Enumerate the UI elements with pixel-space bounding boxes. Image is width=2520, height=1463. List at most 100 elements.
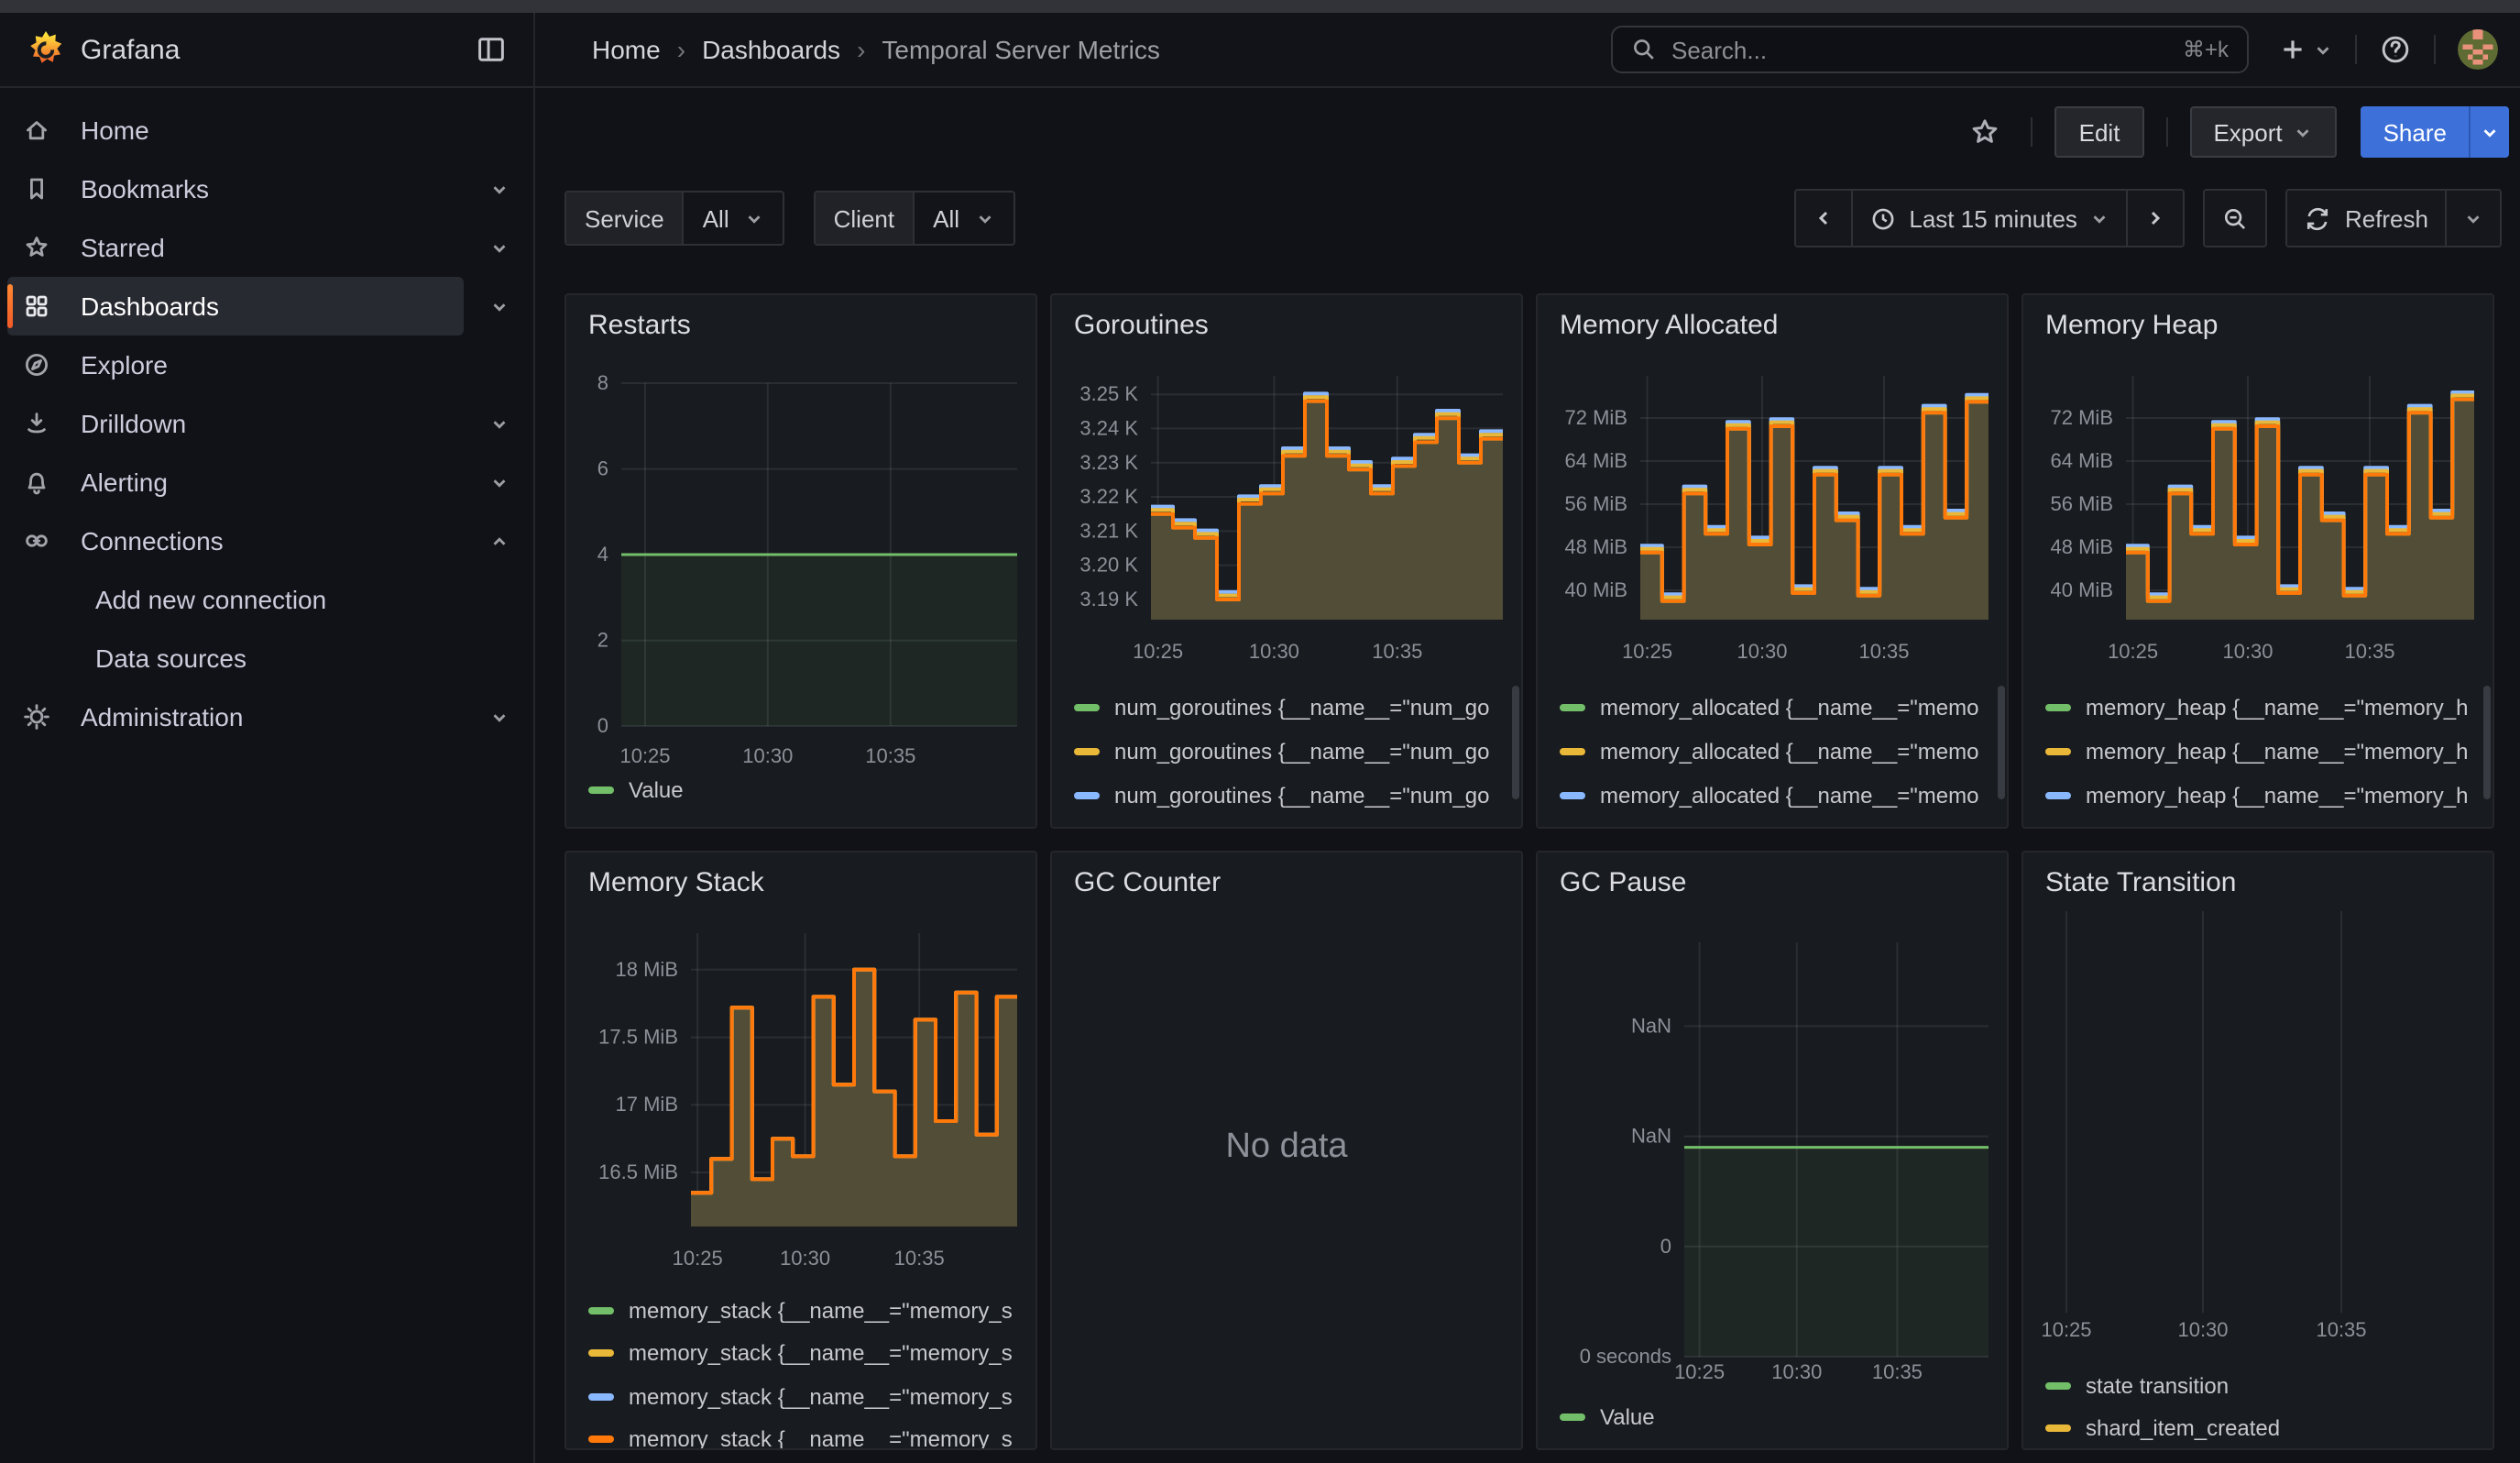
share-button[interactable]: Share (2361, 106, 2469, 158)
sidebar-item-link[interactable]: Add new connection (7, 570, 464, 629)
sidebar-item-link[interactable]: Bookmarks (7, 160, 464, 218)
favorite-star-button[interactable] (1962, 116, 2010, 148)
sidebar-item-link[interactable]: Data sources (7, 629, 464, 688)
legend-label: memory_allocated {__name__="memo (1600, 783, 1978, 808)
legend-item[interactable]: Value (588, 768, 1021, 812)
sidebar-item-link[interactable]: Drilldown (7, 394, 464, 453)
time-forward-button[interactable] (2127, 191, 2184, 246)
panel-title[interactable]: Goroutines (1074, 310, 1209, 341)
panel-title[interactable]: Memory Stack (588, 867, 764, 898)
question-circle-icon (2379, 33, 2412, 66)
legend-scrollbar[interactable] (2483, 686, 2491, 799)
panel-memalloc: Memory Allocated40 MiB48 MiB56 MiB64 MiB… (1536, 293, 2009, 829)
chevron-down-icon[interactable] (464, 296, 533, 316)
help-button[interactable] (2379, 33, 2412, 66)
user-avatar[interactable] (2458, 29, 2498, 70)
header-main-area: Home›Dashboards›Temporal Server Metrics … (535, 13, 2520, 86)
legend-item[interactable]: memory_stack {__name__="memory_s (588, 1289, 1021, 1332)
legend-item[interactable]: num_goroutines {__name__="num_go (1074, 730, 1507, 774)
legend-label: Value (1600, 1404, 1655, 1430)
chevron-up-icon[interactable] (464, 531, 533, 551)
share-menu-button[interactable] (2469, 106, 2509, 158)
legend-item[interactable]: memory_allocated {__name__="memo (1560, 818, 1992, 827)
legend-label: num_goroutines {__name__="num_go (1114, 695, 1490, 720)
chevron-down-icon[interactable] (464, 179, 533, 199)
zoom-out-button[interactable] (2206, 191, 2266, 246)
sidebar-item-link[interactable]: Explore (7, 336, 464, 394)
time-range-picker[interactable]: Last 15 minutes (1850, 191, 2127, 246)
sidebar-toggle-icon[interactable] (475, 33, 508, 66)
svg-text:10:30: 10:30 (1771, 1360, 1822, 1383)
legend-item[interactable]: memory_stack {__name__="memory_s (588, 1375, 1021, 1418)
chevron-down-icon[interactable] (464, 237, 533, 258)
legend-item[interactable]: memory_heap {__name__="memory_h (2045, 774, 2478, 818)
variable-value-dropdown[interactable]: All (915, 192, 1013, 244)
legend-item[interactable]: memory_heap {__name__="memory_h (2045, 686, 2478, 730)
panel-title[interactable]: Memory Allocated (1560, 310, 1778, 341)
sidebar-item-link[interactable]: Starred (7, 218, 464, 277)
chevron-down-icon[interactable] (464, 472, 533, 492)
grafana-logo-icon[interactable] (26, 29, 66, 70)
panel-restarts: Restarts0246810:2510:3010:35Value (564, 293, 1037, 829)
legend-label: state transition (2086, 1373, 2229, 1399)
legend-item[interactable]: memory_stack {__name__="memory_s (588, 1332, 1021, 1375)
panel-legend: memory_stack {__name__="memory_smemory_s… (588, 1289, 1021, 1448)
legend-label: shard_item_created (2086, 1416, 2280, 1442)
search-shortcut: ⌘+k (2183, 37, 2229, 62)
chart-gcpause[interactable]: 0 seconds0NaNNaN10:2510:3010:35 (1538, 852, 2007, 1448)
panel-title[interactable]: Memory Heap (2045, 310, 2218, 341)
sidebar-item-label: Home (81, 116, 149, 145)
bookmark-icon (22, 174, 51, 204)
legend-item[interactable]: memory_allocated {__name__="memo (1560, 730, 1992, 774)
legend-item[interactable]: Value (1560, 1395, 1992, 1439)
refresh-interval-button[interactable] (2445, 191, 2500, 246)
panel-title[interactable]: GC Pause (1560, 867, 1686, 898)
search-input[interactable]: Search... ⌘+k (1611, 26, 2249, 73)
toolbar-divider (2165, 117, 2167, 147)
chevron-down-icon[interactable] (464, 413, 533, 434)
breadcrumb-item[interactable]: Home (592, 35, 661, 64)
legend-item[interactable]: memory_allocated {__name__="memo (1560, 686, 1992, 730)
refresh-group: Refresh (2286, 189, 2502, 248)
add-button[interactable] (2278, 35, 2333, 64)
zoom-out-icon (2222, 204, 2250, 232)
plus-icon (2278, 35, 2307, 64)
chevron-down-icon[interactable] (464, 707, 533, 727)
sidebar-item-label: Connections (81, 526, 224, 556)
export-button[interactable]: Export (2189, 106, 2337, 158)
sidebar-item-link[interactable]: Alerting (7, 453, 464, 512)
legend-item[interactable]: num_goroutines {__name__="num_go (1074, 818, 1507, 827)
legend-item[interactable]: shard_item_created (2045, 1407, 2478, 1448)
legend-item[interactable]: memory_allocated {__name__="memo (1560, 774, 1992, 818)
link-icon (22, 526, 51, 556)
legend-item[interactable]: memory_stack {__name__="memory_s (588, 1418, 1021, 1448)
legend-item[interactable]: memory_heap {__name__="memory_h (2045, 818, 2478, 827)
svg-text:0: 0 (597, 714, 608, 737)
legend-item[interactable]: num_goroutines {__name__="num_go (1074, 774, 1507, 818)
breadcrumb-item[interactable]: Temporal Server Metrics (882, 35, 1159, 64)
svg-text:NaN: NaN (1631, 1014, 1671, 1037)
legend-scrollbar[interactable] (1998, 686, 2005, 799)
legend-item[interactable]: state transition (2045, 1364, 2478, 1407)
chevron-down-icon (2090, 208, 2110, 228)
sidebar-item-link[interactable]: Administration (7, 688, 464, 746)
panel-title[interactable]: State Transition (2045, 867, 2236, 898)
time-back-button[interactable] (1795, 191, 1850, 246)
breadcrumb-item[interactable]: Dashboards (702, 35, 840, 64)
svg-text:72 MiB: 72 MiB (2051, 406, 2113, 429)
legend-item[interactable]: memory_heap {__name__="memory_h (2045, 730, 2478, 774)
sidebar-item-label: Alerting (81, 468, 168, 497)
sidebar-item-link[interactable]: Dashboards (7, 277, 464, 336)
sidebar-item-link[interactable]: Home (7, 101, 464, 160)
sidebar-item-link[interactable]: Connections (7, 512, 464, 570)
variable-value-dropdown[interactable]: All (685, 192, 783, 244)
legend-item[interactable]: num_goroutines {__name__="num_go (1074, 686, 1507, 730)
chart-restarts[interactable]: 0246810:2510:3010:35 (566, 295, 1035, 827)
chart-statetrans[interactable]: 10:2510:3010:35 (2023, 852, 2493, 1448)
panel-title[interactable]: GC Counter (1074, 867, 1221, 898)
legend-scrollbar[interactable] (1512, 686, 1519, 799)
sidebar-item-label: Starred (81, 233, 165, 262)
panel-title[interactable]: Restarts (588, 310, 691, 341)
edit-button[interactable]: Edit (2055, 106, 2144, 158)
refresh-button[interactable]: Refresh (2288, 191, 2445, 246)
